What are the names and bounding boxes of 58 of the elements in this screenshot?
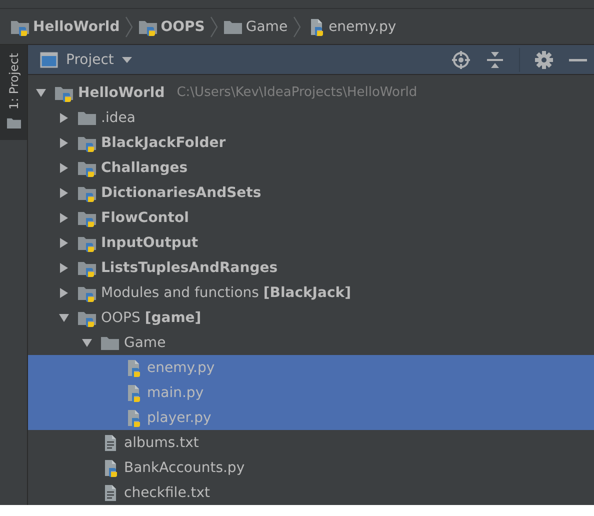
tree-row[interactable]: checkfile.txt [28,480,594,505]
tree-row[interactable]: BankAccounts.py [28,455,594,480]
tree-row[interactable]: FlowContol [28,205,594,230]
tree-item-label: ListsTuplesAndRanges [101,260,278,276]
collapsed-arrow-icon[interactable] [59,238,69,248]
collapsed-arrow-icon[interactable] [59,112,69,122]
tree-item-label: .idea [101,110,136,126]
tree-row[interactable]: DictionariesAndSets [28,180,594,205]
tree-row[interactable]: Challanges [28,155,594,180]
tree-item-label: BankAccounts.py [124,460,245,476]
breadcrumb-item[interactable]: enemy.py [328,18,396,34]
caret-icon [122,56,132,62]
tree-item-label: Game [124,334,166,350]
collapsed-arrow-icon[interactable] [59,262,69,272]
tree-item-label: checkfile.txt [124,484,210,500]
project-path: C:\Users\Kev\IdeaProjects\HelloWorld [176,85,418,100]
view-dropdown[interactable]: Project [38,50,134,70]
collapse-icon[interactable] [485,50,505,70]
collapsed-arrow-icon[interactable] [59,288,69,298]
locate-icon[interactable] [451,50,471,70]
tree-row[interactable]: albums.txt [28,430,594,455]
breadcrumb-item[interactable]: HelloWorld [33,18,120,34]
chevron-icon [124,16,133,38]
tree-item-label: enemy.py [147,360,215,376]
window-icon [40,52,58,68]
expanded-arrow-icon[interactable] [36,88,46,98]
collapsed-arrow-icon[interactable] [59,162,69,172]
collapsed-arrow-icon[interactable] [59,212,69,222]
folder-icon [6,116,22,130]
tree-item-label: HelloWorld [78,84,165,100]
tree-row[interactable]: Game [28,330,594,355]
tree-row[interactable]: InputOutput [28,230,594,255]
tree-item-label: BlackJackFolder [101,134,226,150]
collapsed-arrow-icon[interactable] [59,138,69,148]
tree-item-label: player.py [147,410,212,426]
tree-item-label: DictionariesAndSets [101,184,262,200]
expanded-arrow-icon[interactable] [59,312,69,322]
tree-item-label: FlowContol [101,210,189,226]
tree-item-label: OOPS [game] [101,310,202,326]
tree-item-label: Modules and functions [BlackJack] [101,284,351,300]
chevron-icon [292,16,301,38]
tree-row[interactable]: Modules and functions [BlackJack] [28,280,594,305]
tree-row[interactable]: .idea [28,105,594,130]
tree-item-label: main.py [147,384,204,400]
collapsed-arrow-icon[interactable] [59,188,69,198]
tree-row[interactable]: BlackJackFolder [28,130,594,155]
tree-item-label: InputOutput [101,234,198,250]
tree-item-label: albums.txt [124,434,199,450]
project-tool-tab[interactable]: 1: Project [0,45,27,140]
breadcrumb-item[interactable]: Game [246,18,288,34]
breadcrumb-item[interactable]: OOPS [160,18,205,34]
tree-row[interactable]: ListsTuplesAndRanges [28,255,594,280]
expanded-arrow-icon[interactable] [82,338,92,348]
tree-row[interactable]: HelloWorld C:\Users\Kev\IdeaProjects\HelloWorld [28,80,594,105]
tree-row[interactable]: OOPS [game] [28,305,594,330]
tree-item-label: Challanges [101,160,188,176]
settings-icon[interactable] [534,50,554,70]
chevron-icon [210,16,218,38]
